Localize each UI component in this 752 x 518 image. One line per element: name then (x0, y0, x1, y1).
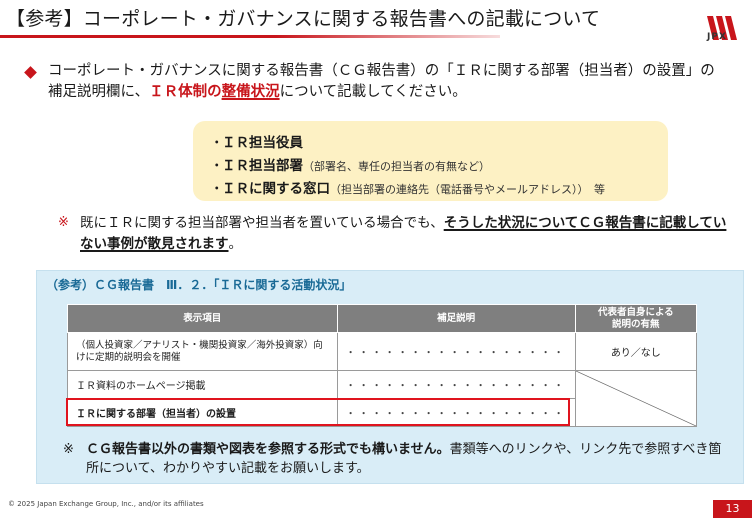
table-cell-item: ＩＲ資料のホームページ掲載 (67, 370, 338, 399)
diamond-bullet-icon (24, 66, 37, 79)
table-row: （個人投資家／アナリスト・機関投資家／海外投資家）向けに定期的説明会を開催 ・・… (67, 332, 698, 371)
copyright: © 2025 Japan Exchange Group, Inc., and/o… (8, 500, 204, 508)
title-underline (0, 35, 500, 38)
callout-item-ir-officer: ・ＩＲ担当役員 (210, 131, 303, 151)
table-cell-item: （個人投資家／アナリスト・機関投資家／海外投資家）向けに定期的説明会を開催 (67, 332, 338, 371)
callout-item-sub: （担当部署の連絡先（電話番号やメールアドレス）） 等 (330, 183, 605, 196)
note-text: 既にＩＲに関する担当部署や担当者を置いている場合でも、そうした状況についてＣＧ報… (80, 213, 730, 255)
main-text-highlight-b: 整備状況 (221, 84, 280, 100)
callout-item-label: ＩＲ担当部署 (222, 158, 303, 174)
table-header-row: 表示項目 補足説明 代表者自身による 説明の有無 (67, 304, 698, 333)
logo-text: JPX (707, 32, 727, 42)
page-title: 【参考】コーポレート・ガバナンスに関する報告書への記載について (6, 8, 601, 30)
table-row: ＩＲ資料のホームページ掲載 ・・・・・・・・・・・・・・・・・ (67, 370, 698, 427)
main-text-part2: について記載してください。 (279, 84, 467, 100)
table-header-note: 補足説明 (336, 304, 576, 333)
table-header-item: 表示項目 (67, 304, 338, 333)
bottom-note-text: ＣＧ報告書以外の書類や図表を参照する形式でも構いません。書類等へのリンクや、リン… (86, 440, 726, 478)
page-number: 13 (713, 500, 752, 518)
table-header-representative: 代表者自身による 説明の有無 (574, 304, 698, 333)
callout-item-ir-contact: ・ＩＲに関する窓口（担当部署の連絡先（電話番号やメールアドレス）） 等 (210, 177, 605, 197)
table-cell-not-applicable (574, 370, 698, 427)
callout-item-ir-department: ・ＩＲ担当部署（部署名、専任の担当者の有無など） (210, 154, 490, 174)
main-text-highlight-a: ＩＲ体制の (149, 84, 222, 100)
callout-item-label: ＩＲ担当役員 (222, 135, 303, 151)
note-text-part1: 既にＩＲに関する担当部署や担当者を置いている場合でも、 (80, 215, 444, 231)
highlight-frame (66, 398, 570, 426)
callout-bullet: ・ (210, 158, 224, 174)
note-text-part2: 。 (228, 236, 243, 252)
callout-item-label: ＩＲに関する窓口 (222, 181, 330, 197)
main-statement: コーポレート・ガバナンスに関する報告書（ＣＧ報告書）の「ＩＲに関する部署（担当者… (48, 61, 728, 103)
jpx-logo-icon (707, 16, 737, 40)
callout-bullet: ・ (210, 181, 224, 197)
table-cell-note: ・・・・・・・・・・・・・・・・・ (336, 332, 576, 371)
table-cell-note: ・・・・・・・・・・・・・・・・・ (336, 370, 576, 399)
bottom-note-mark: ※ (63, 442, 74, 457)
bottom-note-bold: ＣＧ報告書以外の書類や図表を参照する形式でも構いません。 (86, 442, 450, 457)
callout-item-sub: （部署名、専任の担当者の有無など） (303, 160, 490, 173)
note-mark: ※ (58, 215, 69, 230)
callout-bullet: ・ (210, 135, 224, 151)
table-cell-representative: あり／なし (574, 332, 698, 371)
reference-title: （参考）ＣＧ報告書 Ⅲ．２．「ＩＲに関する活動状況」 (46, 278, 352, 292)
